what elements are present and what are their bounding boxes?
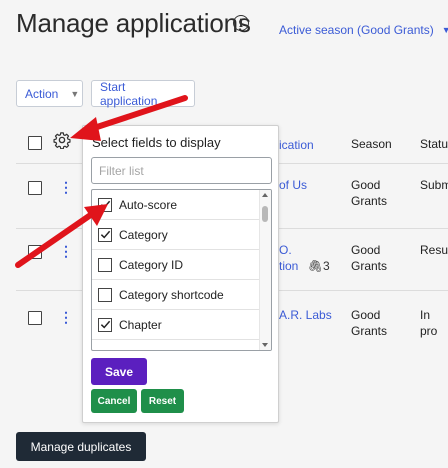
- chevron-down-icon: ▼: [70, 88, 80, 99]
- filter-list-input[interactable]: [91, 157, 272, 184]
- season-line: Good: [351, 308, 381, 322]
- season-cell: Good Grants: [351, 242, 387, 274]
- application-title-link[interactable]: of Us: [279, 177, 307, 193]
- field-item-category[interactable]: Category: [92, 220, 260, 250]
- field-item-category-id[interactable]: Category ID: [92, 250, 260, 280]
- scroll-thumb[interactable]: [262, 206, 268, 222]
- season-select-label: Active season (Good Grants): [279, 23, 434, 37]
- checkbox-unchecked[interactable]: [98, 257, 112, 272]
- application-title-link[interactable]: O. tion 🖇︎3: [279, 242, 330, 274]
- season-line: Grants: [351, 324, 388, 338]
- application-title-link[interactable]: A.R. Labs: [279, 307, 332, 323]
- status-cell: Subm: [420, 178, 448, 192]
- field-item-category-shortcode[interactable]: Category shortcode: [92, 280, 260, 310]
- checkbox-checked[interactable]: [98, 197, 112, 212]
- scroll-down-icon[interactable]: [262, 343, 268, 347]
- row-menu-icon[interactable]: ⋮: [59, 310, 73, 324]
- field-list: Auto-score Category Category ID Category…: [91, 189, 272, 351]
- field-label: Chapter: [119, 317, 162, 332]
- season-cell: Good Grants: [351, 177, 387, 209]
- manage-duplicates-button[interactable]: Manage duplicates: [16, 432, 146, 461]
- checkbox-unchecked[interactable]: [98, 287, 112, 302]
- season-select[interactable]: Active season (Good Grants) ▼: [279, 23, 448, 37]
- field-item-auto-score[interactable]: Auto-score: [92, 190, 260, 220]
- status-cell: Resul: [420, 243, 448, 257]
- status-cell: In pro: [420, 308, 438, 338]
- season-line: Grants: [351, 194, 388, 208]
- field-item-partial: [92, 340, 260, 350]
- field-label: Category shortcode: [119, 287, 224, 302]
- scroll-up-icon[interactable]: [262, 193, 268, 197]
- paperclip-icon: 🖇︎: [307, 259, 323, 273]
- season-line: Grants: [351, 259, 388, 273]
- row-checkbox[interactable]: [28, 181, 42, 195]
- checkbox-checked[interactable]: [98, 317, 112, 332]
- select-all-checkbox[interactable]: [28, 136, 42, 150]
- row-menu-icon[interactable]: ⋮: [59, 180, 73, 194]
- start-application-button[interactable]: Start application: [91, 80, 195, 108]
- status-column-header[interactable]: Status: [420, 137, 448, 151]
- chevron-down-icon: ▼: [441, 25, 448, 35]
- field-label: Category ID: [119, 257, 184, 272]
- gear-icon[interactable]: [53, 131, 71, 149]
- cancel-button[interactable]: Cancel: [91, 389, 137, 413]
- field-list-scrollbar[interactable]: [259, 190, 271, 350]
- row-checkbox[interactable]: [28, 311, 42, 325]
- field-item-chapter[interactable]: Chapter: [92, 310, 260, 340]
- row-menu-icon[interactable]: ⋮: [59, 244, 73, 258]
- season-cell: Good Grants: [351, 307, 387, 339]
- field-label: Auto-score: [119, 197, 178, 212]
- season-line: Good: [351, 243, 381, 257]
- title-line: tion 🖇︎3: [279, 259, 330, 273]
- checkbox-checked[interactable]: [98, 227, 112, 242]
- action-label: Action: [25, 86, 59, 101]
- season-line: Good: [351, 178, 381, 192]
- title-line: O.: [279, 243, 292, 257]
- field-selector-popover: Select fields to display Auto-score Cate…: [82, 125, 279, 423]
- reset-button[interactable]: Reset: [141, 389, 184, 413]
- row-checkbox[interactable]: [28, 245, 42, 259]
- application-column-header[interactable]: ication: [279, 137, 314, 153]
- save-button[interactable]: Save: [91, 358, 147, 385]
- popover-title: Select fields to display: [92, 135, 221, 150]
- field-label: Category: [119, 227, 168, 242]
- info-icon[interactable]: i: [233, 15, 249, 31]
- action-dropdown-button[interactable]: Action ▼: [16, 80, 83, 107]
- season-column-header[interactable]: Season: [351, 137, 392, 151]
- page-title: Manage applications: [16, 8, 251, 38]
